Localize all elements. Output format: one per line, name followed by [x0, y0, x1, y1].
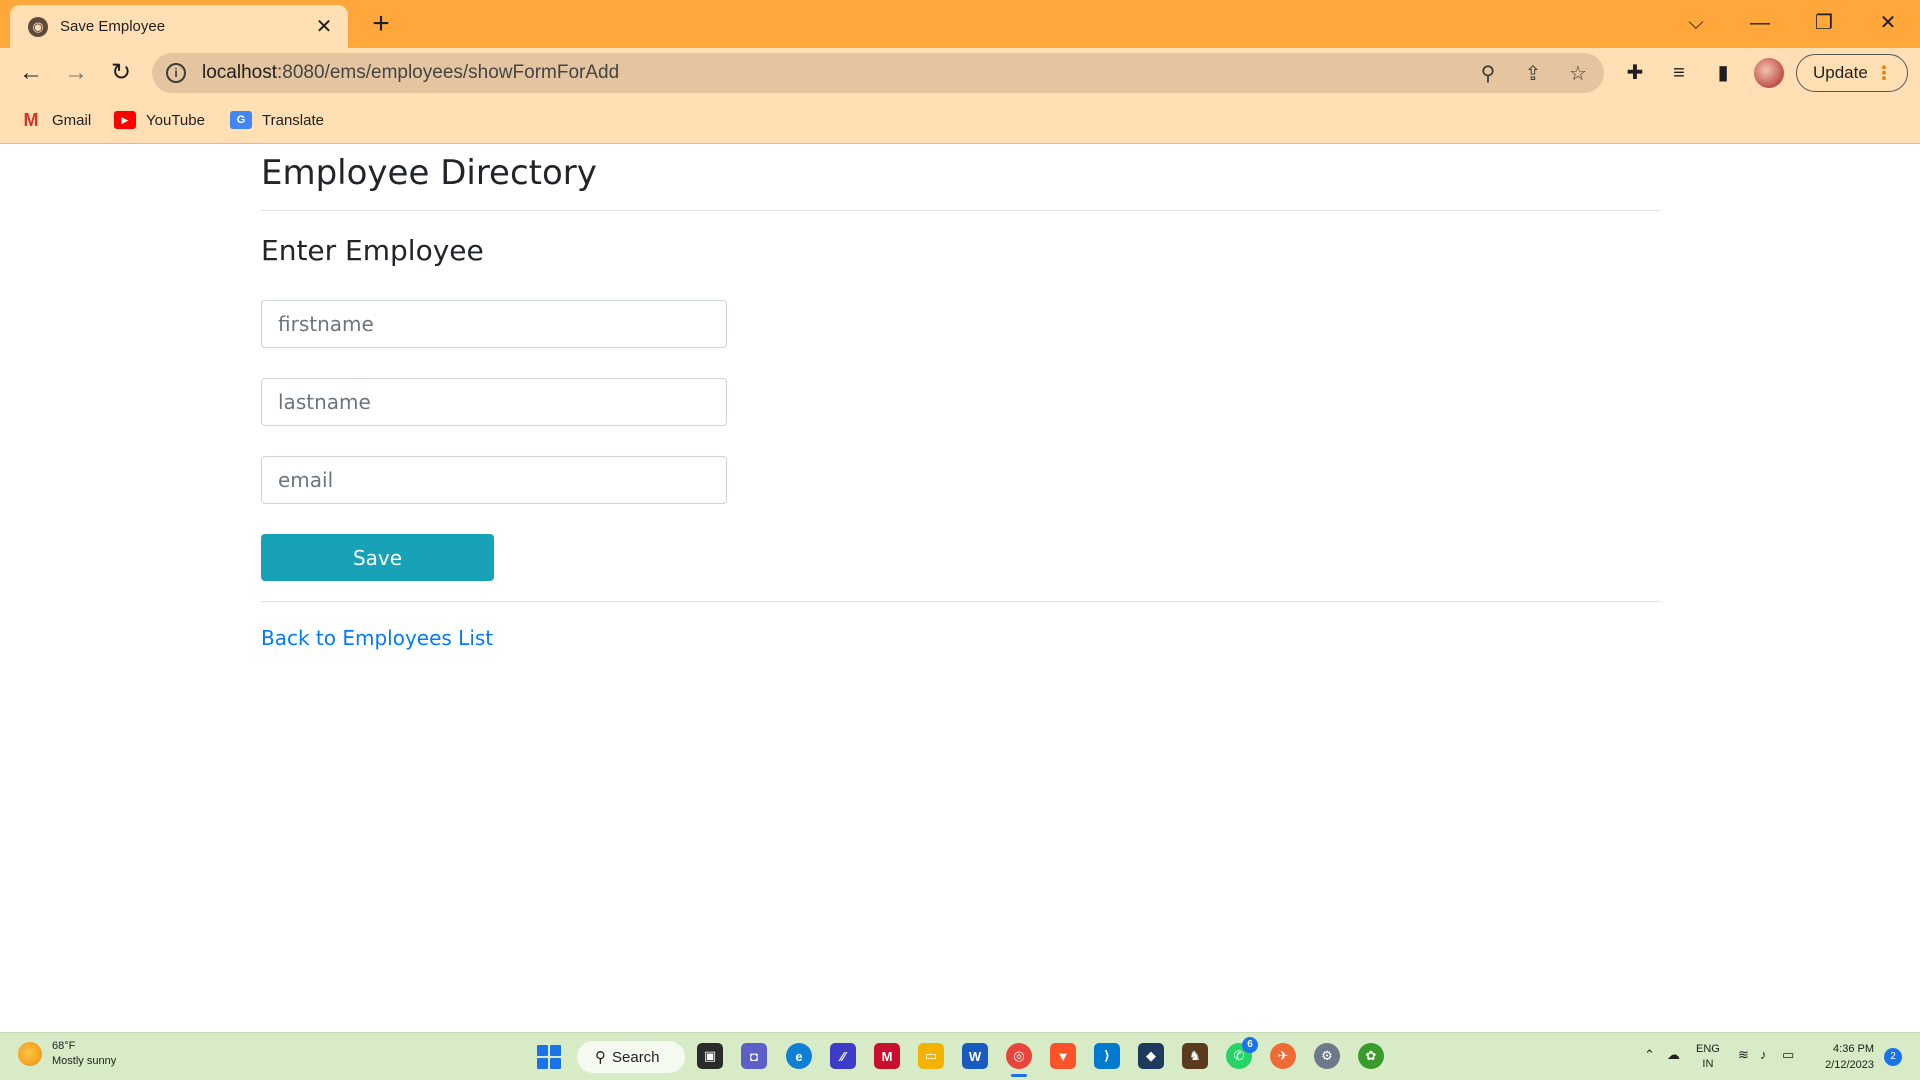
new-tab-button[interactable]: +	[366, 9, 396, 39]
media-playlist-icon[interactable]: ≡	[1666, 60, 1692, 86]
notification-badge[interactable]: 2	[1884, 1048, 1902, 1066]
windows-taskbar: 68°F Mostly sunny ⚲ Search ▣ ◘ e ⁄⁄ M ▭ …	[0, 1032, 1920, 1080]
whatsapp-badge: 6	[1242, 1037, 1258, 1053]
mcafee-icon[interactable]: M	[874, 1043, 900, 1069]
back-arrow-icon[interactable]: ←	[16, 58, 46, 88]
side-panel-icon[interactable]: ▮	[1710, 60, 1736, 86]
wifi-icon[interactable]: ≋	[1738, 1047, 1749, 1063]
tab-strip: ◉ Save Employee ✕ + ⌵ — ❐ ✕	[0, 0, 1920, 48]
whatsapp-icon[interactable]: ✆ 6	[1226, 1037, 1258, 1069]
ms-ink-icon[interactable]: ⁄⁄	[830, 1043, 856, 1069]
firstname-input[interactable]	[261, 300, 727, 348]
minimize-button[interactable]: —	[1740, 8, 1780, 38]
translate-icon: G	[230, 111, 252, 129]
chrome-icon[interactable]: ◎	[1006, 1043, 1032, 1077]
employee-form: Save	[261, 300, 1661, 581]
taskbar-search[interactable]: ⚲ Search	[577, 1041, 685, 1073]
language-bottom: IN	[1702, 1058, 1714, 1070]
save-button[interactable]: Save	[261, 534, 494, 581]
teams-chat-icon[interactable]: ◘	[741, 1043, 767, 1069]
bookmark-label: Translate	[262, 111, 324, 129]
bookmark-youtube[interactable]: ▶ YouTube	[114, 107, 205, 133]
update-button[interactable]: Update ⋮	[1796, 54, 1908, 92]
tab-title: Save Employee	[60, 18, 166, 35]
gmail-icon: M	[23, 109, 39, 130]
browser-tab[interactable]: ◉ Save Employee ✕	[10, 5, 348, 48]
volume-icon[interactable]: ♪	[1760, 1047, 1767, 1062]
clock-date: 2/12/2023	[1825, 1059, 1874, 1071]
search-label: Search	[612, 1048, 660, 1066]
edge-icon[interactable]: e	[786, 1043, 812, 1069]
spring-tools-icon[interactable]: ✿	[1358, 1043, 1384, 1069]
postman-icon[interactable]: ✈	[1270, 1043, 1296, 1069]
tray-chevron-up-icon[interactable]: ⌃	[1644, 1047, 1655, 1063]
start-windows-icon[interactable]	[537, 1045, 561, 1069]
word-icon[interactable]: W	[962, 1043, 988, 1069]
url-host: localhost	[202, 62, 277, 83]
url-text[interactable]: localhost:8080/ems/employees/showFormFor…	[202, 62, 619, 84]
bookmark-gmail[interactable]: M Gmail	[20, 107, 92, 133]
sun-icon	[18, 1042, 42, 1066]
divider	[261, 601, 1661, 602]
language-indicator[interactable]: ENG IN	[1696, 1042, 1720, 1072]
profile-avatar[interactable]	[1754, 58, 1784, 88]
weather-widget[interactable]: 68°F Mostly sunny	[18, 1039, 116, 1069]
divider	[261, 210, 1661, 211]
system-clock[interactable]: 4:36 PM 2/12/2023	[1810, 1041, 1874, 1073]
bookmark-label: YouTube	[146, 111, 205, 129]
globe-icon: ◉	[28, 16, 48, 37]
forward-arrow-icon[interactable]: →	[61, 58, 91, 88]
page-title: Employee Directory	[261, 153, 597, 193]
share-icon[interactable]: ⇪	[1521, 62, 1545, 86]
settings-gear-icon[interactable]: ⚙	[1314, 1043, 1340, 1069]
weather-desc: Mostly sunny	[52, 1055, 117, 1067]
tab-close-icon[interactable]: ✕	[314, 14, 334, 39]
menu-dots-icon[interactable]: ⋮	[1875, 63, 1893, 83]
clock-time: 4:36 PM	[1833, 1043, 1874, 1055]
back-to-list-link[interactable]: Back to Employees List	[261, 626, 493, 650]
form-heading: Enter Employee	[261, 234, 484, 267]
youtube-icon: ▶	[114, 111, 136, 129]
onedrive-cloud-icon[interactable]: ☁	[1667, 1047, 1680, 1063]
vscode-icon[interactable]: ⟩	[1094, 1043, 1120, 1069]
mysql-workbench-icon[interactable]: ◆	[1138, 1043, 1164, 1069]
language-top: ENG	[1696, 1043, 1720, 1055]
email-input[interactable]	[261, 456, 727, 504]
search-icon: ⚲	[595, 1049, 606, 1066]
brave-icon[interactable]: ▼	[1050, 1043, 1076, 1069]
reload-icon[interactable]: ↻	[106, 58, 136, 88]
restore-button[interactable]: ❐	[1804, 8, 1844, 38]
zoom-icon[interactable]: ⚲	[1476, 62, 1500, 86]
main-container: Employee Directory Enter Employee Save B…	[261, 144, 1661, 650]
address-bar[interactable]: i localhost:8080/ems/employees/showFormF…	[152, 53, 1604, 93]
weather-temp: 68°F	[52, 1040, 76, 1052]
battery-icon[interactable]: ▭	[1782, 1047, 1794, 1063]
bookmark-translate[interactable]: G Translate	[230, 107, 324, 133]
tomcat-icon[interactable]: ♞	[1182, 1043, 1208, 1069]
extensions-puzzle-icon[interactable]: ✚	[1622, 60, 1648, 86]
task-view-icon[interactable]: ▣	[697, 1043, 723, 1069]
bookmarks-bar: M Gmail ▶ YouTube G Translate	[0, 98, 1920, 144]
site-info-icon[interactable]: i	[166, 63, 186, 83]
update-label: Update	[1813, 63, 1868, 82]
bookmark-label: Gmail	[52, 111, 92, 129]
browser-toolbar: ← → ↻ i localhost:8080/ems/employees/sho…	[0, 48, 1920, 98]
url-path: :8080/ems/employees/showFormForAdd	[277, 62, 620, 83]
file-explorer-icon[interactable]: ▭	[918, 1043, 944, 1069]
lastname-input[interactable]	[261, 378, 727, 426]
tab-search-chevron-icon[interactable]: ⌵	[1676, 8, 1716, 38]
page-content: Employee Directory Enter Employee Save B…	[0, 144, 1920, 1032]
close-window-button[interactable]: ✕	[1868, 8, 1908, 38]
bookmark-star-icon[interactable]: ☆	[1566, 62, 1590, 86]
